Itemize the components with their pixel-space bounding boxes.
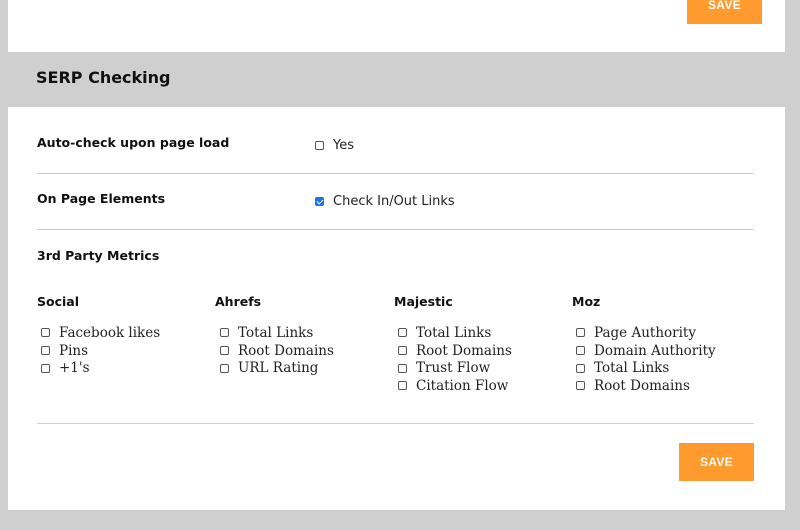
metric-majestic-citation-flow[interactable]: Citation Flow [398, 377, 512, 395]
metric-moz-domain-authority[interactable]: Domain Authority [576, 342, 716, 360]
onpage-label: On Page Elements [37, 191, 166, 206]
metric-label: Root Domains [594, 377, 690, 394]
metric-label: Pins [59, 342, 89, 359]
metric-moz-page-authority[interactable]: Page Authority [576, 324, 716, 342]
checkbox[interactable] [220, 346, 229, 356]
check-links-label: Check In/Out Links [333, 194, 455, 209]
metric-ahrefs-total-links[interactable]: Total Links [220, 324, 334, 342]
checkbox[interactable] [220, 363, 229, 373]
social-metrics: Facebook likes Pins +1's [41, 324, 160, 377]
metric-majestic-root-domains[interactable]: Root Domains [398, 342, 512, 360]
metric-label: Root Domains [416, 342, 512, 359]
metric-moz-total-links[interactable]: Total Links [576, 359, 716, 377]
metric-plus-ones[interactable]: +1's [41, 359, 160, 377]
metric-facebook-likes[interactable]: Facebook likes [41, 324, 160, 342]
checkbox[interactable] [398, 381, 407, 391]
column-title-moz: Moz [572, 294, 601, 309]
checkbox[interactable] [576, 381, 585, 391]
checkbox[interactable] [576, 363, 585, 373]
checkbox[interactable] [576, 346, 585, 356]
section-title: SERP Checking [36, 68, 171, 87]
checkbox[interactable] [220, 328, 229, 338]
metric-label: Root Domains [238, 342, 334, 359]
column-title-majestic: Majestic [394, 294, 453, 309]
metric-ahrefs-url-rating[interactable]: URL Rating [220, 359, 334, 377]
checkbox[interactable] [398, 363, 407, 373]
column-title-ahrefs: Ahrefs [215, 294, 262, 309]
metric-ahrefs-root-domains[interactable]: Root Domains [220, 342, 334, 360]
metric-label: Total Links [416, 324, 492, 341]
checkbox[interactable] [576, 328, 585, 338]
divider [37, 229, 754, 230]
checkbox[interactable] [398, 328, 407, 338]
onpage-option[interactable]: Check In/Out Links [315, 194, 455, 209]
metric-pins[interactable]: Pins [41, 342, 160, 360]
metric-moz-root-domains[interactable]: Root Domains [576, 377, 716, 395]
top-save-button[interactable]: SAVE [687, 0, 762, 24]
metric-label: URL Rating [238, 360, 319, 377]
column-title-social: Social [37, 294, 80, 309]
top-settings-card: SAVE [8, 0, 785, 52]
metric-label: Facebook likes [59, 324, 161, 341]
checkbox[interactable] [398, 346, 407, 356]
metric-label: Citation Flow [416, 377, 509, 394]
autocheck-label: Auto-check upon page load [37, 135, 230, 150]
metric-label: Page Authority [594, 324, 696, 341]
divider [37, 423, 754, 424]
autocheck-option-label: Yes [333, 138, 354, 153]
check-links-checkbox[interactable] [315, 197, 324, 206]
autocheck-checkbox[interactable] [315, 141, 324, 150]
metric-label: Total Links [238, 324, 314, 341]
metric-label: Domain Authority [594, 342, 716, 359]
checkbox[interactable] [41, 363, 50, 373]
metric-majestic-total-links[interactable]: Total Links [398, 324, 512, 342]
save-button[interactable]: SAVE [679, 443, 754, 481]
autocheck-option[interactable]: Yes [315, 138, 354, 153]
divider [37, 173, 754, 174]
majestic-metrics: Total Links Root Domains Trust Flow Cita… [398, 324, 512, 395]
metric-label: Total Links [594, 360, 670, 377]
third-party-label: 3rd Party Metrics [37, 248, 160, 263]
metric-label: Trust Flow [416, 360, 491, 377]
moz-metrics: Page Authority Domain Authority Total Li… [576, 324, 716, 395]
metric-majestic-trust-flow[interactable]: Trust Flow [398, 359, 512, 377]
serp-checking-card: Auto-check upon page load Yes On Page El… [8, 107, 785, 510]
checkbox[interactable] [41, 328, 50, 338]
ahrefs-metrics: Total Links Root Domains URL Rating [220, 324, 334, 377]
metric-label: +1's [59, 360, 90, 377]
checkbox[interactable] [41, 346, 50, 356]
